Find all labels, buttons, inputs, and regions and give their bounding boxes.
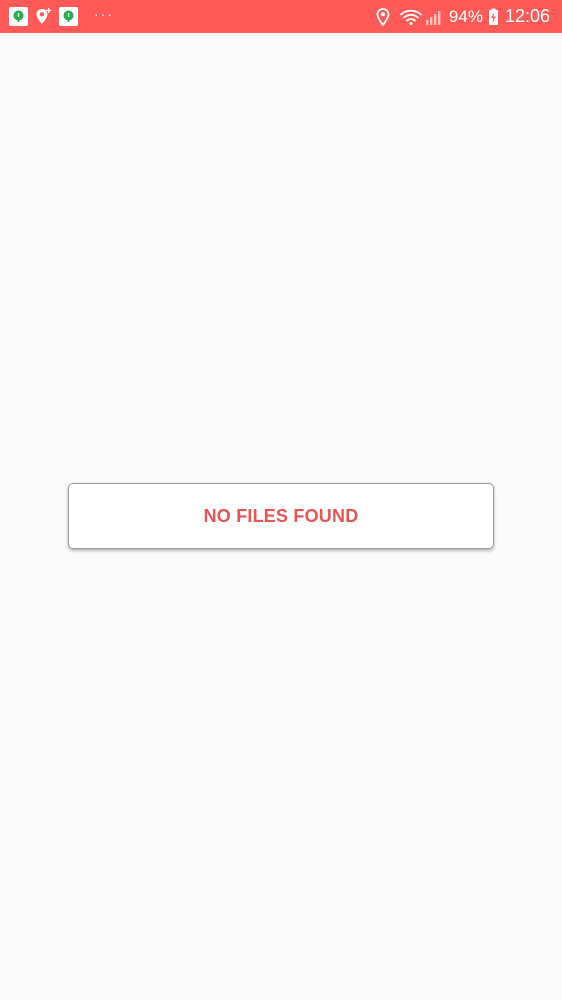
more-notifications-icon: ··· — [94, 5, 114, 22]
location-icon — [376, 7, 390, 26]
signal-icon — [425, 8, 443, 26]
system-status-area: 94% 12:06 — [376, 6, 550, 27]
app-notification-icon — [9, 7, 28, 26]
app-notification-icon — [59, 7, 78, 26]
file-list-area: NO FILES FOUND — [0, 33, 562, 1000]
wifi-icon — [399, 8, 423, 26]
location-added-icon — [34, 7, 53, 26]
notification-area: ··· — [9, 7, 114, 26]
clock: 12:06 — [504, 6, 550, 26]
battery-percentage: 94% — [448, 6, 483, 26]
status-bar: ··· 94% 12:06 — [0, 0, 562, 33]
empty-state-card: NO FILES FOUND — [68, 483, 494, 549]
empty-state-message: NO FILES FOUND — [203, 505, 359, 526]
battery-charging-icon — [488, 8, 499, 26]
